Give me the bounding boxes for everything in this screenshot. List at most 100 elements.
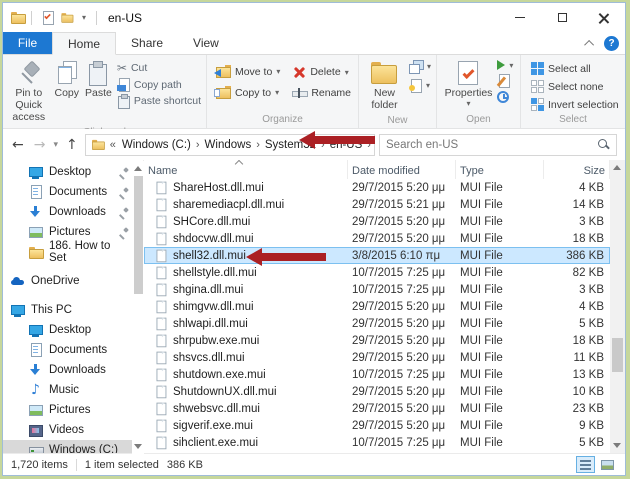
qat-customize-button[interactable]: ▾	[77, 7, 91, 28]
scroll-down-icon[interactable]	[613, 443, 621, 448]
table-row[interactable]: shutdown.exe.mui 10/7/2015 7:25 μμ MUI F…	[144, 366, 610, 383]
search-icon[interactable]	[597, 138, 610, 151]
rename-button[interactable]: Rename	[290, 87, 353, 99]
sidebar-item[interactable]: Windows (C:)	[3, 440, 143, 453]
column-header-name[interactable]: Name	[144, 160, 348, 179]
table-row[interactable]: shgina.dll.mui 10/7/2015 7:25 μμ MUI Fil…	[144, 281, 610, 298]
sidebar-item-icon	[28, 184, 44, 200]
large-icons-view-button[interactable]	[598, 456, 617, 473]
chevron-right-icon[interactable]: ›	[364, 139, 374, 151]
sidebar-item[interactable]: Pictures	[3, 222, 143, 242]
column-header-date-modified[interactable]: Date modified	[348, 160, 456, 179]
minimize-ribbon-icon[interactable]	[584, 39, 595, 50]
table-row[interactable]: shimgvw.dll.mui 29/7/2015 5:20 μμ MUI Fi…	[144, 298, 610, 315]
properties-button[interactable]: Properties ▾	[442, 57, 496, 110]
select-all-button[interactable]: Select all	[529, 62, 621, 75]
sidebar-item[interactable]: This PC	[3, 300, 143, 320]
breadcrumb-segment[interactable]: System32	[263, 139, 318, 151]
pin-to-quick-access-button[interactable]: Pin to Quick access	[6, 57, 52, 125]
column-header-size[interactable]: Size	[544, 160, 610, 179]
back-button[interactable]: ←	[9, 137, 27, 153]
qat-new-folder-button[interactable]	[57, 7, 77, 28]
scroll-up-icon[interactable]	[134, 166, 142, 171]
sidebar-item[interactable]: Documents	[3, 182, 143, 202]
table-row[interactable]: shrpubw.exe.mui 29/7/2015 5:20 μμ MUI Fi…	[144, 332, 610, 349]
sidebar-item[interactable]: 186. How to Set	[3, 240, 143, 264]
file-list-scrollbar[interactable]	[610, 160, 625, 453]
recent-locations-button[interactable]: ▾	[52, 140, 59, 150]
sidebar-item[interactable]: Documents	[3, 340, 143, 360]
sidebar-item[interactable]: Music	[3, 380, 143, 400]
table-row[interactable]: shellstyle.dll.mui 10/7/2015 7:25 μμ MUI…	[144, 264, 610, 281]
open-button[interactable]: ▾	[495, 60, 515, 70]
file-size: 5 KB	[579, 317, 604, 330]
tab-view[interactable]: View	[178, 32, 234, 54]
sidebar-item[interactable]: Downloads	[3, 360, 143, 380]
copy-path-button[interactable]: Copy path	[115, 78, 203, 92]
sidebar-item[interactable]: Videos	[3, 420, 143, 440]
search-input[interactable]	[386, 138, 597, 151]
paste-shortcut-button[interactable]: Paste shortcut	[115, 94, 203, 109]
column-header-type[interactable]: Type	[456, 160, 544, 179]
breadcrumb-segment[interactable]: Windows (C:)	[120, 139, 193, 151]
table-row[interactable]: ShareHost.dll.mui 29/7/2015 5:20 μμ MUI …	[144, 179, 610, 196]
sidebar-item[interactable]: Downloads	[3, 202, 143, 222]
scrollbar-thumb[interactable]	[134, 176, 143, 294]
tab-file[interactable]: File	[3, 32, 52, 54]
new-item-button[interactable]: ▾	[407, 79, 433, 93]
paste-button[interactable]: Paste	[82, 57, 115, 101]
chevron-right-icon[interactable]: ›	[253, 139, 263, 151]
titlebar: ▾ en-US	[3, 3, 625, 32]
table-row[interactable]: sharemediacpl.dll.mui 29/7/2015 5:21 μμ …	[144, 196, 610, 213]
chevron-right-icon[interactable]: ›	[193, 139, 203, 151]
select-none-button[interactable]: Select none	[529, 80, 621, 93]
chevron-right-icon[interactable]: ›	[318, 139, 328, 151]
file-type: MUI File	[460, 334, 503, 347]
tab-home[interactable]: Home	[52, 32, 117, 55]
file-size: 13 KB	[572, 368, 604, 381]
table-row[interactable]: shdocvw.dll.mui 29/7/2015 5:20 μμ MUI Fi…	[144, 230, 610, 247]
chevron-down-icon: ▾	[509, 60, 514, 70]
copy-button[interactable]: Copy	[52, 57, 83, 101]
maximize-button[interactable]	[541, 3, 583, 32]
close-icon	[598, 12, 610, 24]
table-row[interactable]: shsvcs.dll.mui 29/7/2015 5:20 μμ MUI Fil…	[144, 349, 610, 366]
breadcrumb-overflow[interactable]: «	[108, 139, 118, 151]
easy-access-button[interactable]: ▾	[407, 60, 433, 74]
move-to-button[interactable]: Move to ▾	[212, 65, 282, 78]
copy-to-icon	[213, 86, 231, 99]
new-folder-button[interactable]: New folder	[362, 57, 407, 113]
scroll-up-icon[interactable]	[613, 165, 621, 170]
help-button[interactable]: ?	[604, 35, 619, 51]
breadcrumb[interactable]: « Windows (C:) › Windows › System32 › en…	[84, 133, 375, 156]
details-view-button[interactable]	[576, 456, 595, 473]
table-row[interactable]: sigverif.exe.mui 29/7/2015 5:20 μμ MUI F…	[144, 417, 610, 434]
sidebar-item[interactable]: Pictures	[3, 400, 143, 420]
table-row[interactable]: sihclient.exe.mui 10/7/2015 7:25 μμ MUI …	[144, 434, 610, 451]
scroll-down-icon[interactable]	[134, 444, 142, 449]
minimize-button[interactable]	[499, 3, 541, 32]
tab-share[interactable]: Share	[116, 32, 178, 54]
sidebar-item[interactable]: OneDrive	[3, 271, 143, 291]
table-row[interactable]: shlwapi.dll.mui 29/7/2015 5:20 μμ MUI Fi…	[144, 315, 610, 332]
invert-selection-button[interactable]: Invert selection	[529, 98, 621, 111]
sidebar-item[interactable]: Desktop	[3, 162, 143, 182]
sidebar-scrollbar[interactable]	[132, 161, 144, 454]
history-button[interactable]	[495, 91, 515, 103]
table-row[interactable]: ShutdownUX.dll.mui 29/7/2015 5:20 μμ MUI…	[144, 383, 610, 400]
table-row[interactable]: SHCore.dll.mui 29/7/2015 5:20 μμ MUI Fil…	[144, 213, 610, 230]
copy-to-button[interactable]: Copy to ▾	[212, 86, 282, 99]
sidebar-item[interactable]: Desktop	[3, 320, 143, 340]
cut-button[interactable]: ✂ Cut	[115, 61, 203, 75]
breadcrumb-segment[interactable]: en-US	[328, 139, 365, 151]
edit-button[interactable]	[495, 74, 515, 88]
forward-button[interactable]: →	[31, 137, 49, 153]
table-row[interactable]: shell32.dll.mui 3/8/2015 6:10 πμ MUI Fil…	[144, 247, 610, 264]
qat-properties-button[interactable]	[37, 7, 57, 28]
breadcrumb-segment[interactable]: Windows	[203, 139, 254, 151]
up-button[interactable]: ↑	[63, 137, 81, 153]
table-row[interactable]: shwebsvc.dll.mui 29/7/2015 5:20 μμ MUI F…	[144, 400, 610, 417]
close-button[interactable]	[583, 3, 625, 32]
delete-button[interactable]: Delete ▾	[290, 65, 353, 79]
scrollbar-thumb[interactable]	[612, 338, 623, 372]
